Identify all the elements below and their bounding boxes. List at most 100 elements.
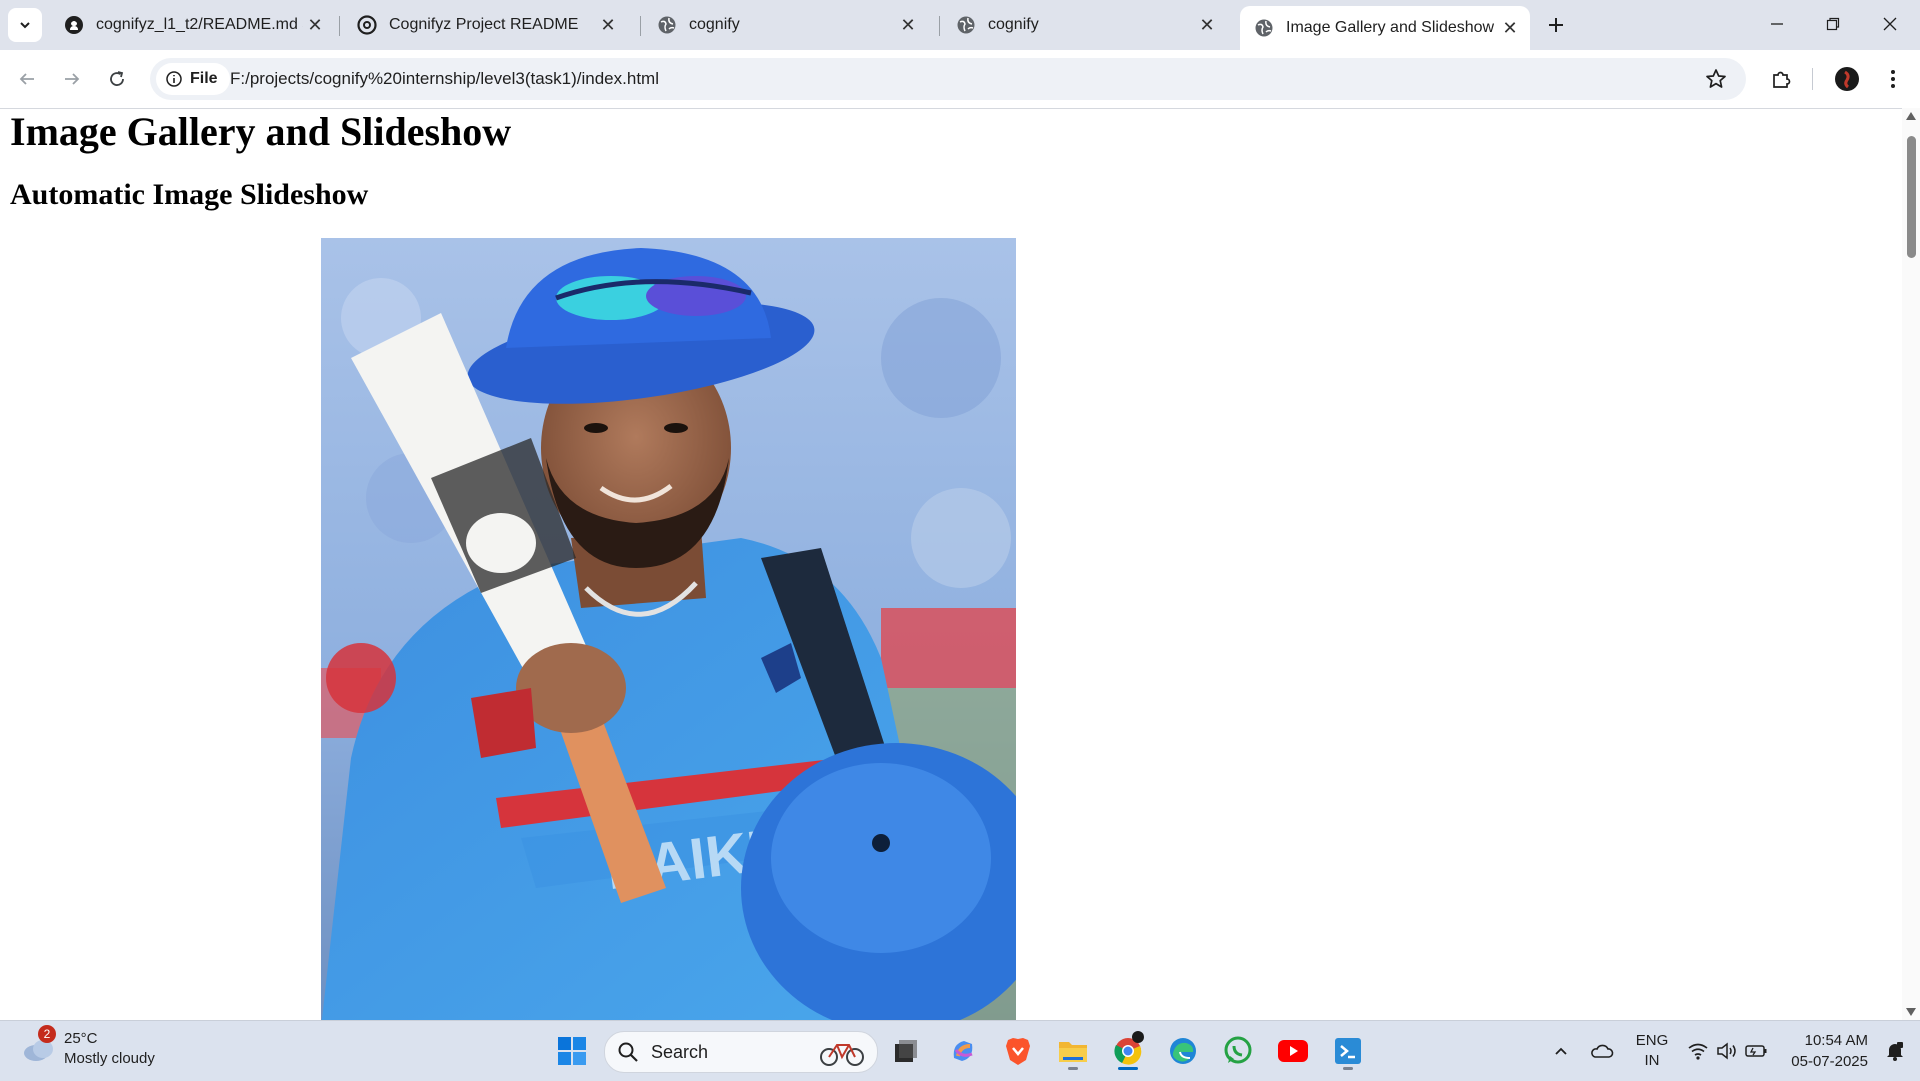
profile-avatar[interactable] bbox=[1830, 62, 1864, 96]
minimize-icon bbox=[1771, 23, 1783, 25]
taskbar-brave[interactable] bbox=[996, 1029, 1040, 1073]
taskbar-task-view[interactable] bbox=[884, 1029, 928, 1073]
close-icon[interactable]: ✕ bbox=[596, 13, 620, 37]
address-bar[interactable]: File F:/projects/cognify%20internship/le… bbox=[150, 58, 1746, 100]
taskbar-clock[interactable]: 10:54 AM 05-07-2025 bbox=[1791, 1030, 1868, 1072]
restore-button[interactable] bbox=[1813, 8, 1853, 40]
back-button[interactable] bbox=[10, 62, 44, 96]
folder-icon bbox=[1059, 1042, 1087, 1062]
clock-time: 10:54 AM bbox=[1804, 1032, 1868, 1049]
url-text: F:/projects/cognify%20internship/level3(… bbox=[230, 69, 659, 88]
tray-overflow-button[interactable] bbox=[1548, 1029, 1574, 1073]
windows-icon bbox=[558, 1037, 586, 1065]
language-code: ENG bbox=[1635, 1032, 1669, 1049]
volume-button[interactable] bbox=[1713, 1029, 1741, 1073]
bicycle-icon bbox=[820, 1044, 864, 1066]
scroll-thumb[interactable] bbox=[1907, 136, 1916, 258]
arrow-right-icon bbox=[65, 73, 80, 85]
toolbar-divider bbox=[1812, 68, 1813, 90]
tab-github-readme[interactable]: cognifyz_l1_t2/README.md at m ✕ bbox=[50, 6, 335, 44]
whatsapp-icon bbox=[1224, 1036, 1252, 1064]
running-indicator bbox=[1118, 1067, 1138, 1070]
running-indicator bbox=[1068, 1067, 1078, 1070]
tab-separator bbox=[939, 16, 940, 36]
taskbar-copilot[interactable] bbox=[941, 1029, 985, 1073]
taskbar-chrome[interactable] bbox=[1106, 1029, 1150, 1073]
running-indicator bbox=[1343, 1067, 1353, 1070]
site-info-chip[interactable]: File bbox=[156, 63, 230, 95]
tab-image-gallery[interactable]: Image Gallery and Slideshow ✕ bbox=[1240, 6, 1530, 50]
weather-widget[interactable]: 2 25°C Mostly cloudy bbox=[22, 1025, 155, 1069]
language-region: IN bbox=[1644, 1052, 1660, 1069]
close-icon[interactable]: ✕ bbox=[303, 13, 327, 37]
tab-label: cognifyz_l1_t2/README.md at m bbox=[96, 16, 303, 33]
tab-label: cognify bbox=[689, 16, 740, 33]
github-icon bbox=[64, 15, 84, 35]
page-viewport: Image Gallery and Slideshow Automatic Im… bbox=[0, 108, 1902, 1020]
search-icon bbox=[618, 1042, 638, 1062]
speaker-icon bbox=[1717, 1042, 1736, 1060]
openai-icon bbox=[357, 15, 377, 35]
tab-label: cognify bbox=[988, 16, 1039, 33]
onedrive-button[interactable] bbox=[1587, 1029, 1617, 1073]
slideshow-heading: Automatic Image Slideshow bbox=[10, 178, 369, 211]
taskbar-search[interactable]: Search bbox=[604, 1031, 878, 1073]
globe-icon bbox=[956, 15, 976, 35]
reload-icon bbox=[110, 71, 124, 86]
weather-temp: 25°C bbox=[64, 1030, 98, 1047]
chevron-down-icon bbox=[20, 22, 30, 29]
minimize-button[interactable] bbox=[1757, 8, 1797, 40]
taskbar-file-explorer[interactable] bbox=[1051, 1029, 1095, 1073]
window-close-button[interactable] bbox=[1870, 8, 1910, 40]
browser-menu-button[interactable] bbox=[1876, 62, 1910, 96]
bookmark-star-icon[interactable] bbox=[1704, 67, 1728, 91]
tab-cognifyz-readme[interactable]: Cognifyz Project README ✕ bbox=[343, 6, 628, 44]
task-view-icon bbox=[895, 1040, 917, 1062]
tab-separator bbox=[640, 16, 641, 36]
avatar-icon bbox=[1835, 67, 1859, 91]
tab-cognify-2[interactable]: cognify ✕ bbox=[942, 6, 1227, 44]
reload-button[interactable] bbox=[100, 62, 134, 96]
tab-strip: cognifyz_l1_t2/README.md at m ✕ Cognifyz… bbox=[0, 0, 1920, 50]
more-vertical-icon bbox=[1891, 70, 1895, 88]
scroll-up-arrow-icon[interactable] bbox=[1906, 112, 1916, 120]
scroll-down-arrow-icon[interactable] bbox=[1906, 1008, 1916, 1016]
close-icon[interactable]: ✕ bbox=[1498, 16, 1522, 40]
globe-icon bbox=[657, 15, 677, 35]
new-tab-button[interactable] bbox=[1541, 10, 1571, 40]
plus-icon bbox=[1549, 18, 1563, 32]
weather-badge: 2 bbox=[38, 1025, 56, 1043]
start-button[interactable] bbox=[550, 1029, 594, 1073]
taskbar-whatsapp[interactable] bbox=[1216, 1029, 1260, 1073]
battery-button[interactable] bbox=[1742, 1029, 1770, 1073]
arrow-left-icon bbox=[19, 73, 34, 85]
chevron-up-icon bbox=[1555, 1047, 1567, 1055]
extensions-button[interactable] bbox=[1764, 62, 1798, 96]
browser-toolbar: File F:/projects/cognify%20internship/le… bbox=[0, 50, 1920, 109]
close-icon bbox=[1883, 17, 1897, 31]
taskbar-youtube[interactable] bbox=[1271, 1029, 1315, 1073]
close-icon[interactable]: ✕ bbox=[896, 13, 920, 37]
cricketer-photo: DAIKIN bbox=[321, 238, 1016, 1020]
slideshow-image: DAIKIN bbox=[321, 238, 1016, 1020]
wifi-button[interactable] bbox=[1684, 1029, 1712, 1073]
restore-icon bbox=[1826, 17, 1840, 31]
tab-search-button[interactable] bbox=[8, 8, 42, 42]
close-icon[interactable]: ✕ bbox=[1195, 13, 1219, 37]
page-title: Image Gallery and Slideshow bbox=[10, 109, 512, 154]
forward-button[interactable] bbox=[55, 62, 89, 96]
weather-condition: Mostly cloudy bbox=[64, 1050, 155, 1067]
tab-cognify-1[interactable]: cognify ✕ bbox=[643, 6, 928, 44]
language-indicator[interactable]: ENG IN bbox=[1630, 1029, 1674, 1073]
taskbar-vscode[interactable] bbox=[1326, 1029, 1370, 1073]
puzzle-icon bbox=[1773, 71, 1791, 88]
battery-icon bbox=[1745, 1045, 1767, 1057]
copilot-icon bbox=[953, 1041, 973, 1061]
vscode-icon bbox=[1335, 1038, 1361, 1064]
notifications-button[interactable] bbox=[1880, 1029, 1910, 1073]
site-chip-label: File bbox=[190, 70, 218, 87]
page-scrollbar[interactable] bbox=[1902, 108, 1920, 1020]
taskbar-edge[interactable] bbox=[1161, 1029, 1205, 1073]
chrome-profile-badge bbox=[1132, 1031, 1144, 1043]
info-icon bbox=[166, 71, 182, 87]
